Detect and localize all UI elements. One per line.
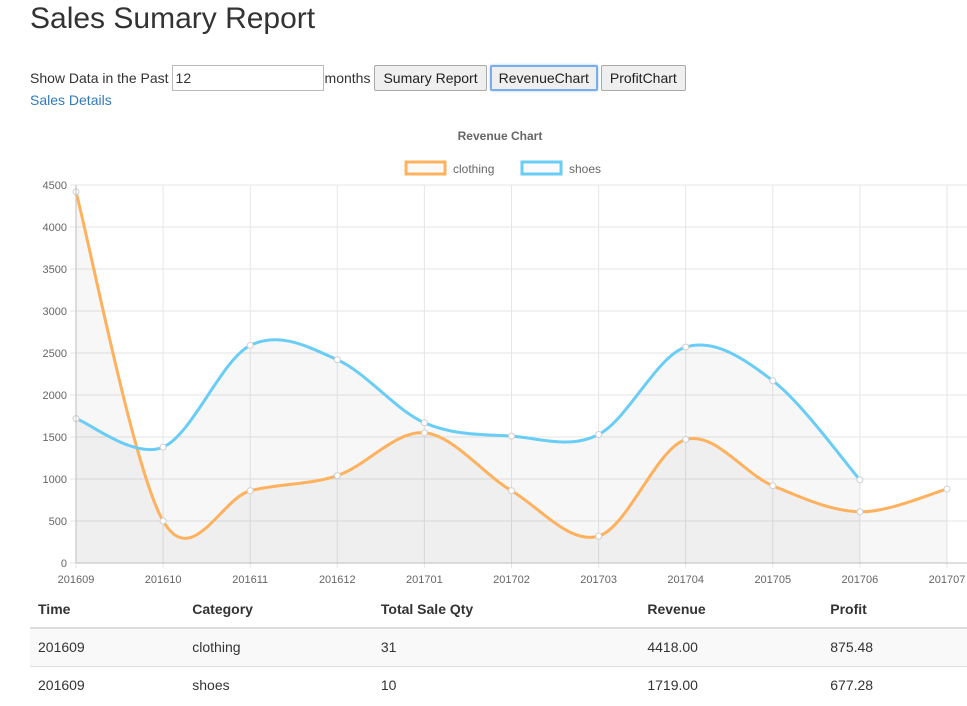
legend-label-shoes: shoes	[569, 162, 601, 176]
x-tick-label: 201609	[58, 574, 95, 586]
sales-table: Time Category Total Sale Qty Revenue Pro…	[30, 590, 967, 704]
x-tick-label: 201702	[493, 574, 530, 586]
y-tick-label: 1000	[43, 474, 67, 486]
x-tick-label: 201704	[667, 574, 704, 586]
y-tick-label: 4000	[43, 222, 67, 234]
x-tick-label: 201612	[319, 574, 356, 586]
cell-revenue: 1719.00	[639, 665, 823, 704]
data-point-shoes	[420, 419, 428, 427]
profit-chart-button[interactable]: ProfitChart	[600, 65, 686, 91]
revenue-chart: 0 500 1000 1500 2000 2500 3000 3500 4000 4500 2016…	[43, 129, 967, 586]
chart-title: Revenue Chart	[458, 129, 543, 143]
data-point-shoes	[508, 432, 515, 440]
x-tick-label: 201707	[929, 574, 966, 586]
x-tick-label: 201703	[580, 574, 617, 586]
data-point-clothing	[595, 532, 603, 540]
cell-time: 201609	[30, 665, 185, 704]
data-point-clothing	[333, 472, 341, 480]
data-point-clothing	[159, 517, 167, 525]
page-title: Sales Sumary Report	[30, 2, 316, 35]
x-tick-label: 201705	[754, 574, 791, 586]
summary-report-button[interactable]: Sumary Report	[374, 65, 487, 91]
revenue-chart-button[interactable]: RevenueChart	[489, 65, 598, 91]
legend-swatch-clothing	[404, 160, 447, 176]
cell-category: shoes	[184, 665, 373, 704]
data-point-clothing	[682, 436, 690, 444]
series-area-shoes	[76, 340, 860, 563]
y-tick-label: 4500	[43, 180, 67, 192]
cell-profit: 875.48	[822, 627, 967, 666]
legend-label-clothing: clothing	[453, 162, 494, 176]
cell-category: clothing	[184, 627, 373, 666]
data-point-shoes	[595, 430, 603, 438]
cell-time: 201609	[30, 627, 185, 666]
table-row: 201609 shoes 10 1719.00 677.28	[30, 665, 967, 704]
data-point-clothing	[508, 487, 515, 495]
data-point-clothing	[769, 482, 777, 490]
x-tick-label: 201610	[145, 574, 182, 586]
x-tick-label: 201701	[406, 574, 443, 586]
months-input[interactable]	[171, 65, 324, 91]
column-header-profit[interactable]: Profit	[822, 590, 967, 629]
cell-qty: 31	[372, 627, 640, 666]
sales-details-link[interactable]: Sales Details	[30, 92, 112, 108]
data-point-shoes	[246, 341, 254, 349]
table-row: 201609 clothing 31 4418.00 875.48	[30, 627, 967, 666]
data-point-shoes	[769, 377, 777, 385]
data-point-clothing	[856, 508, 864, 516]
y-tick-label: 2000	[43, 390, 67, 402]
cell-revenue: 4418.00	[639, 627, 823, 666]
column-header-revenue[interactable]: Revenue	[639, 590, 823, 629]
months-prefix-label: Show Data in the Past	[30, 70, 169, 86]
legend-swatch-shoes	[520, 160, 563, 176]
data-point-shoes	[159, 443, 167, 451]
x-tick-label: 201706	[842, 574, 879, 586]
table-header-row: Time Category Total Sale Qty Revenue Pro…	[30, 590, 967, 629]
data-point-clothing	[420, 429, 428, 437]
data-point-shoes	[856, 476, 864, 484]
months-suffix-label: months	[324, 70, 371, 86]
y-tick-label: 2500	[43, 348, 67, 360]
y-tick-label: 500	[49, 516, 67, 528]
x-tick-label: 201611	[232, 574, 268, 586]
y-tick-label: 3000	[43, 306, 67, 318]
cell-qty: 10	[372, 665, 640, 704]
column-header-qty[interactable]: Total Sale Qty	[372, 590, 640, 629]
data-point-clothing	[943, 485, 951, 493]
column-header-category[interactable]: Category	[184, 590, 373, 629]
data-point-shoes	[682, 343, 690, 351]
data-point-shoes	[333, 356, 341, 364]
data-point-clothing	[246, 487, 254, 495]
y-tick-label: 3500	[43, 264, 67, 276]
controls-bar: Show Data in the Past months Sumary Repo…	[30, 65, 689, 91]
chart-legend[interactable]: clothing shoes	[404, 160, 601, 176]
y-tick-label: 1500	[43, 432, 67, 444]
column-header-time[interactable]: Time	[30, 590, 185, 629]
y-tick-label: 0	[61, 558, 67, 570]
cell-profit: 677.28	[822, 665, 967, 704]
